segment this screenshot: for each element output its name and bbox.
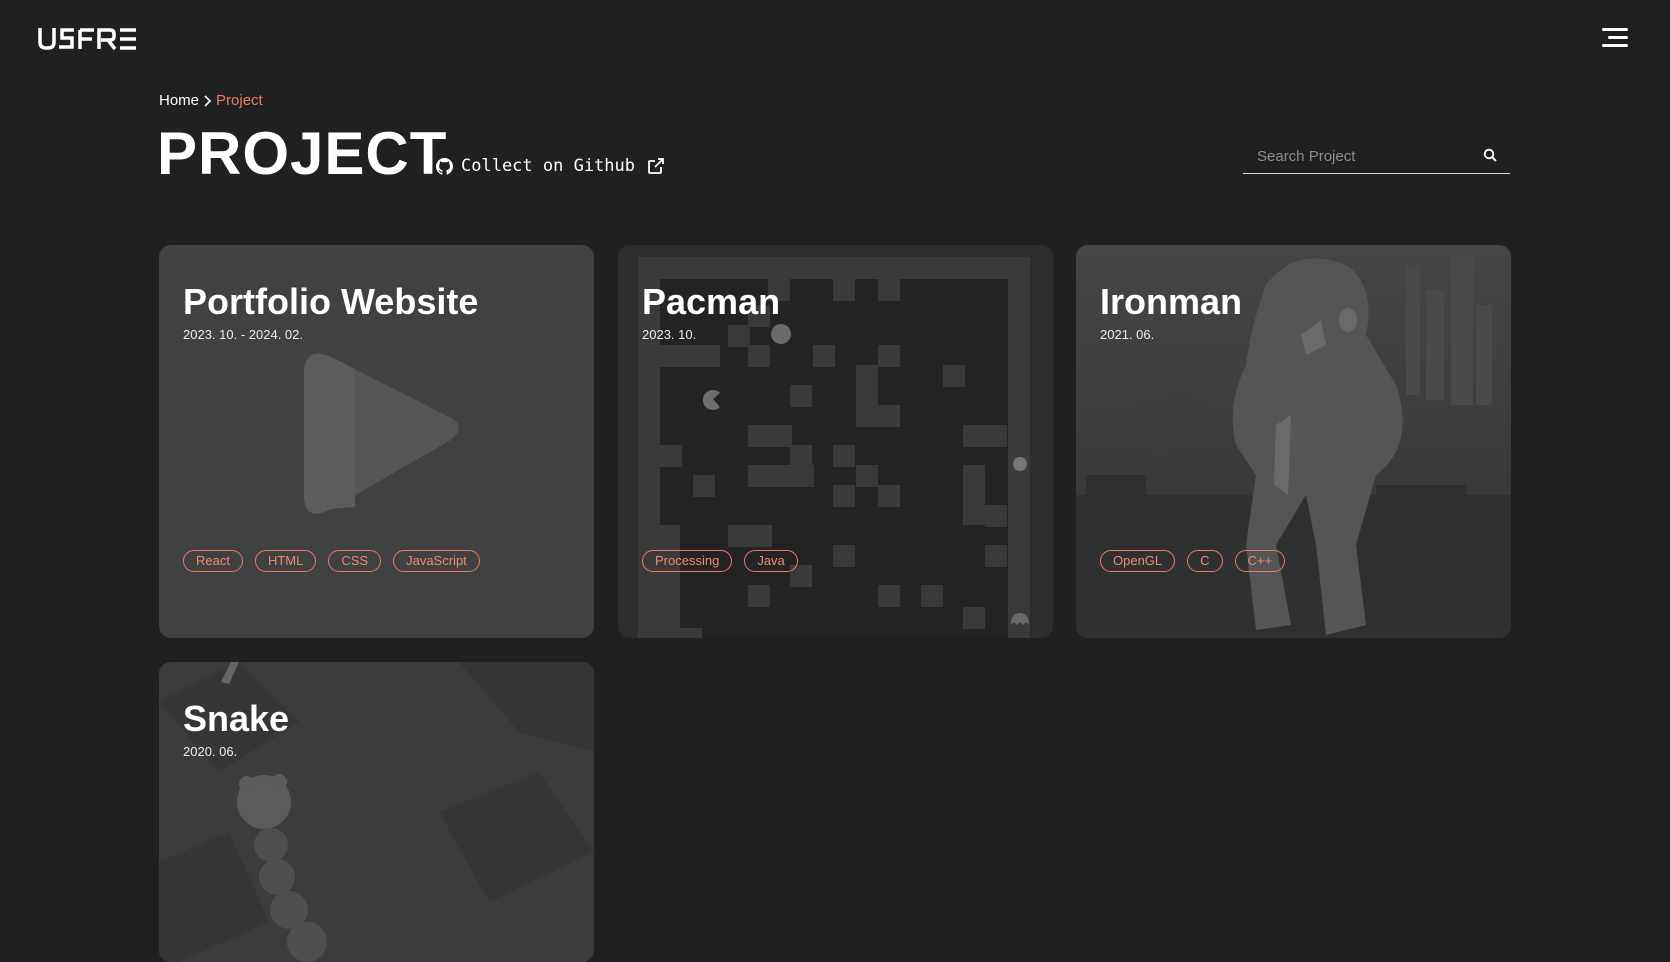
project-title: Ironman [1100, 281, 1243, 322]
menu-bar [1602, 28, 1628, 31]
tag: C [1187, 550, 1223, 572]
breadcrumb-home-link[interactable]: Home [159, 92, 199, 109]
menu-bar [1608, 36, 1628, 39]
tag: OpenGL [1100, 550, 1176, 572]
project-date: 2020. 06. [183, 744, 238, 759]
github-icon [436, 157, 453, 175]
tag: Java [744, 550, 798, 572]
project-title: Pacman [642, 281, 781, 322]
tag: JavaScript [393, 550, 480, 572]
tag: C++ [1234, 550, 1286, 572]
usfree-logo-icon [38, 28, 136, 50]
project-card-snake[interactable]: Snake 2020. 06. [159, 662, 594, 962]
search-bar [1243, 140, 1510, 174]
tag: HTML [254, 550, 317, 572]
github-link-label: Collect on Github [461, 156, 635, 176]
tag: React [183, 550, 243, 572]
tag: Processing [642, 550, 733, 572]
breadcrumb-current: Project [216, 92, 263, 109]
hamburger-menu-button[interactable] [1598, 26, 1628, 50]
project-tags: OpenGL C C++ [1100, 550, 1286, 572]
project-title: Portfolio Website [183, 281, 479, 322]
project-date: 2023. 10. [642, 327, 697, 342]
page-title: PROJECT [157, 120, 448, 187]
breadcrumb: Home Project [159, 92, 263, 109]
brand-logo[interactable] [38, 26, 140, 52]
project-card-portfolio[interactable]: Portfolio Website 2023. 10. - 2024. 02. … [159, 245, 594, 638]
project-tags: React HTML CSS JavaScript [183, 550, 480, 572]
github-link[interactable]: Collect on Github [436, 156, 665, 176]
project-title: Snake [183, 698, 290, 739]
tag: CSS [328, 550, 382, 572]
search-icon[interactable] [1483, 148, 1498, 163]
project-date: 2023. 10. - 2024. 02. [183, 327, 303, 342]
menu-bar [1602, 44, 1628, 47]
project-tags: Processing Java [642, 550, 798, 572]
search-input[interactable] [1243, 147, 1479, 166]
project-date: 2021. 06. [1100, 327, 1155, 342]
project-card-pacman[interactable]: Pacman 2023. 10. Processing Java [618, 245, 1053, 638]
project-card-ironman[interactable]: Ironman 2021. 06. OpenGL C C++ [1076, 245, 1511, 638]
external-link-icon [647, 157, 665, 175]
chevron-right-icon [203, 94, 212, 107]
